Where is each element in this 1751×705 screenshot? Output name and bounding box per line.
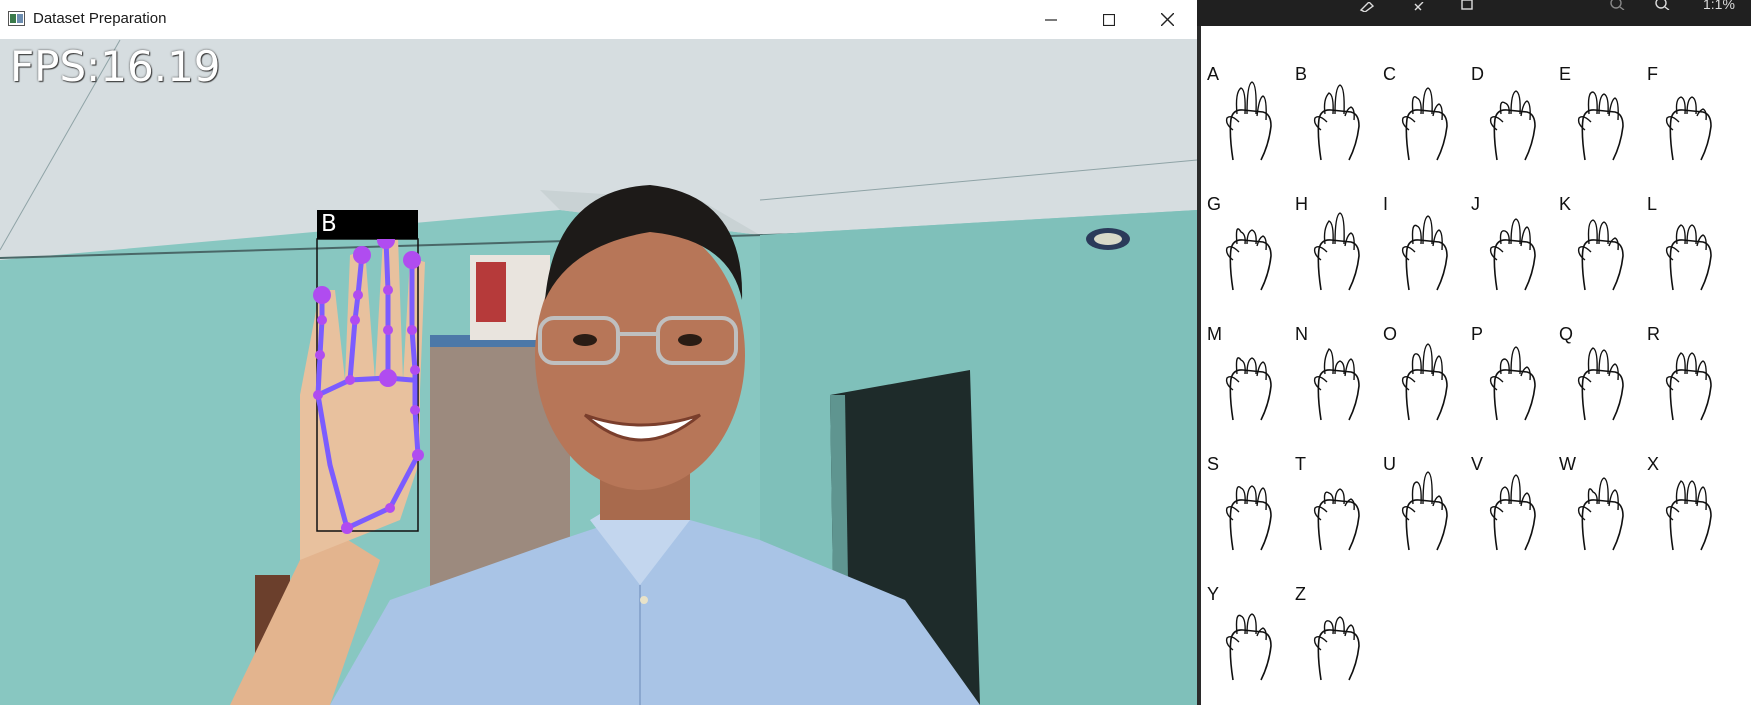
letter-z-label: Z [1295, 584, 1306, 604]
app-icon [8, 11, 25, 26]
letter-p-label: P [1471, 324, 1484, 344]
sign-e-illustration [1577, 91, 1624, 161]
sign-d-illustration [1489, 90, 1536, 161]
letter-a-label: A [1207, 64, 1220, 84]
minimize-icon [1045, 18, 1057, 21]
zoom-out-icon[interactable] [1610, 0, 1626, 10]
letter-f-label: F [1647, 64, 1658, 84]
letter-l-label: L [1647, 194, 1658, 214]
letter-j-label: J [1471, 194, 1480, 214]
detection-label: B [317, 210, 418, 239]
sign-j-illustration [1489, 218, 1536, 291]
zoom-level: 1:1% [1703, 0, 1735, 12]
letter-v-label: V [1471, 454, 1484, 474]
sign-y-illustration [1225, 613, 1272, 681]
viewer-toolbar: 1:1% [1197, 0, 1751, 26]
letter-i-label: I [1383, 194, 1389, 214]
edit-icon[interactable] [1359, 2, 1375, 12]
sign-f-illustration [1665, 96, 1712, 161]
sign-l-illustration [1665, 224, 1712, 291]
letter-x-label: X [1647, 454, 1660, 474]
sign-v-illustration [1489, 474, 1536, 551]
sign-z-illustration [1313, 616, 1360, 681]
sign-a-illustration [1225, 81, 1272, 161]
sign-m-illustration [1225, 357, 1272, 421]
sign-t-illustration [1313, 488, 1360, 551]
sign-s-illustration [1225, 485, 1272, 551]
sign-x-illustration [1665, 480, 1712, 551]
letter-b-label: B [1295, 64, 1308, 84]
title-bar[interactable]: Dataset Preparation [0, 0, 1197, 40]
window-title: Dataset Preparation [33, 10, 167, 27]
dataset-preparation-window: Dataset Preparation FPS:16.19 B [0, 0, 1197, 705]
sign-i-illustration [1401, 215, 1448, 291]
sign-r-illustration [1665, 352, 1712, 421]
sign-p-illustration [1489, 346, 1536, 421]
letter-e-label: E [1559, 64, 1572, 84]
fps-counter: FPS:16.19 [10, 42, 221, 91]
sign-h-illustration [1313, 212, 1360, 291]
letter-s-label: S [1207, 454, 1220, 474]
maximize-button[interactable] [1080, 0, 1138, 39]
webcam-frame [0, 39, 1197, 705]
minimize-button[interactable] [1022, 0, 1080, 39]
close-icon [1160, 13, 1174, 26]
sign-u-illustration [1401, 471, 1448, 551]
letter-k-label: K [1559, 194, 1572, 214]
letter-t-label: T [1295, 454, 1306, 474]
sign-b-illustration [1313, 84, 1360, 161]
zoom-in-icon[interactable] [1655, 0, 1671, 10]
letter-y-label: Y [1207, 584, 1220, 604]
sign-k-illustration [1577, 219, 1624, 291]
sign-o-illustration [1401, 343, 1448, 421]
sign-g-illustration [1225, 228, 1272, 291]
sign-q-illustration [1577, 347, 1624, 421]
sign-w-illustration [1577, 477, 1624, 551]
sign-n-illustration [1313, 348, 1360, 421]
maximize-icon [1103, 13, 1115, 26]
asl-alphabet-chart: ABCDEFGHIJKLMNOPQRSTUVWXYZ [1201, 26, 1751, 705]
sign-c-illustration [1401, 87, 1448, 161]
rotate-icon[interactable] [1412, 2, 1426, 12]
webcam-feed [0, 39, 1197, 705]
close-button[interactable] [1138, 0, 1196, 39]
delete-icon[interactable] [1460, 0, 1474, 10]
